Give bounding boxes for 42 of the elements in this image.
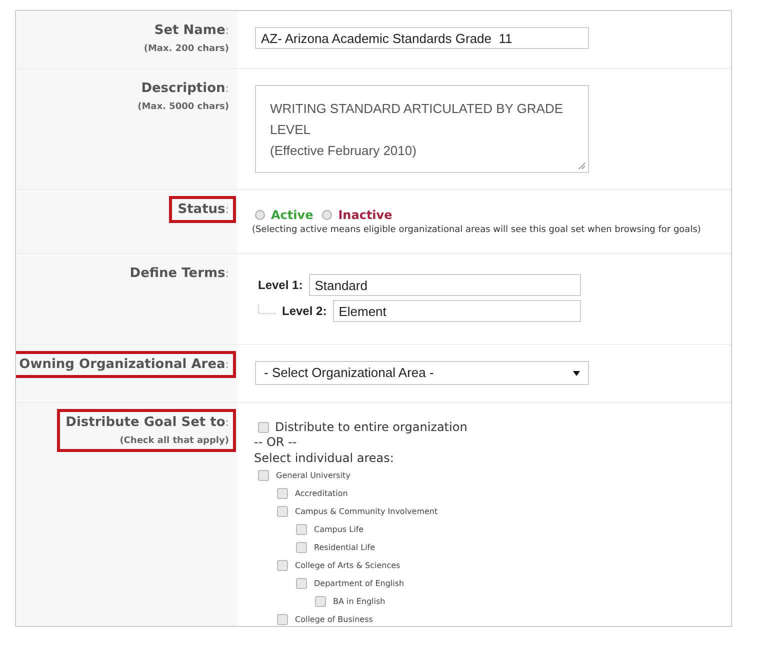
radio-label[interactable]: Inactive [338,208,392,222]
checkbox[interactable] [296,542,307,552]
area-label[interactable]: Department of English [314,578,404,588]
description-field[interactable]: WRITING STANDARD ARTICULATED BY GRADE LEVEL (Effective February 2010) [255,85,589,173]
area-label[interactable]: Campus & Community Involvement [295,506,438,516]
field-label: Description: (Max. 5000 chars) [136,80,230,114]
radio-button[interactable] [255,210,265,220]
checkbox[interactable] [258,470,269,480]
checkbox[interactable] [277,560,288,570]
field-label: Define Terms: [128,265,230,283]
level-label: Level 1: [258,278,303,292]
field-label: Set Name: (Max. 200 chars) [142,22,230,56]
field-label: Status: [168,196,236,223]
field-label: Owning Organizational Area: [16,351,236,378]
checkbox[interactable] [277,614,288,624]
level-label: Level 2: [282,304,327,318]
area-label[interactable]: College of Business [295,614,373,624]
checkbox-label[interactable]: Distribute to entire organization [275,420,468,434]
area-label[interactable]: Residential Life [314,542,376,552]
set-name-field[interactable]: AZ- Arizona Academic Standards Grade 11 [255,27,589,49]
area-label[interactable]: General University [276,470,350,480]
checkbox[interactable] [315,596,326,606]
radio-button[interactable] [322,210,332,220]
status-note: (Selecting active means eligible organizational areas will see this goal set when browsing for goals) [252,225,702,235]
level-term-field[interactable]: Standard [308,274,581,296]
checkbox[interactable] [296,524,307,534]
select-areas-label: Select individual areas: [254,450,395,466]
or-separator: -- OR -- [254,434,298,450]
caret-icon [573,371,580,376]
checkbox[interactable] [277,506,288,516]
checkbox[interactable] [258,422,269,432]
area-label[interactable]: Campus Life [314,524,364,534]
organizational-area-dropdown[interactable]: - Select Organizational Area - [255,361,589,385]
field-label: Distribute Goal Set to: (Check all that apply) [56,409,236,452]
resize-grip-icon[interactable] [578,162,586,170]
area-label[interactable]: College of Arts & Sciences [295,560,400,570]
level-term-field[interactable]: Element [332,300,581,322]
tree-connector-icon [258,304,276,314]
area-label[interactable]: Accreditation [295,488,348,498]
area-label[interactable]: BA in English [333,596,386,606]
checkbox[interactable] [296,578,307,588]
checkbox[interactable] [277,488,288,498]
